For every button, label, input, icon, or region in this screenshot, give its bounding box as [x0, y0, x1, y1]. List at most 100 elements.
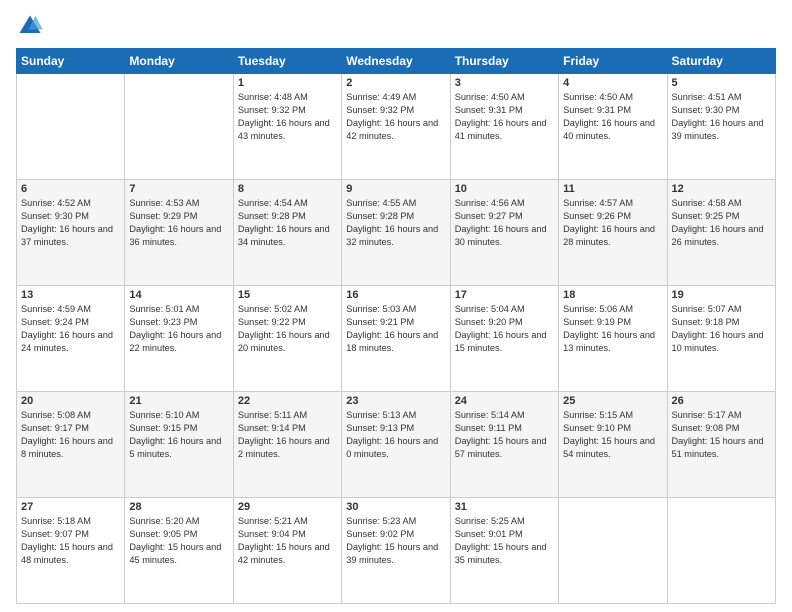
day-info: Sunrise: 5:25 AM Sunset: 9:01 PM Dayligh…	[455, 515, 554, 567]
day-number: 10	[455, 183, 554, 195]
calendar-cell: 30 Sunrise: 5:23 AM Sunset: 9:02 PM Dayl…	[342, 498, 450, 604]
daylight-text: Daylight: 15 hours and 42 minutes.	[238, 542, 330, 565]
calendar-cell: 9 Sunrise: 4:55 AM Sunset: 9:28 PM Dayli…	[342, 180, 450, 286]
sunrise-text: Sunrise: 5:06 AM	[563, 304, 633, 314]
calendar-cell	[125, 74, 233, 180]
sunset-text: Sunset: 9:32 PM	[346, 105, 414, 115]
sunset-text: Sunset: 9:28 PM	[346, 211, 414, 221]
daylight-text: Daylight: 16 hours and 37 minutes.	[21, 224, 113, 247]
sunrise-text: Sunrise: 5:04 AM	[455, 304, 525, 314]
sunset-text: Sunset: 9:05 PM	[129, 529, 197, 539]
day-info: Sunrise: 4:49 AM Sunset: 9:32 PM Dayligh…	[346, 91, 445, 143]
calendar-cell: 17 Sunrise: 5:04 AM Sunset: 9:20 PM Dayl…	[450, 286, 558, 392]
day-info: Sunrise: 4:48 AM Sunset: 9:32 PM Dayligh…	[238, 91, 337, 143]
day-info: Sunrise: 5:11 AM Sunset: 9:14 PM Dayligh…	[238, 409, 337, 461]
sunrise-text: Sunrise: 4:52 AM	[21, 198, 91, 208]
daylight-text: Daylight: 16 hours and 18 minutes.	[346, 330, 438, 353]
day-number: 19	[672, 289, 771, 301]
sunset-text: Sunset: 9:18 PM	[672, 317, 740, 327]
day-number: 13	[21, 289, 120, 301]
daylight-text: Daylight: 16 hours and 10 minutes.	[672, 330, 764, 353]
daylight-text: Daylight: 16 hours and 28 minutes.	[563, 224, 655, 247]
sunrise-text: Sunrise: 5:02 AM	[238, 304, 308, 314]
daylight-text: Daylight: 15 hours and 51 minutes.	[672, 436, 764, 459]
sunset-text: Sunset: 9:15 PM	[129, 423, 197, 433]
day-number: 30	[346, 501, 445, 513]
sunset-text: Sunset: 9:04 PM	[238, 529, 306, 539]
day-info: Sunrise: 4:56 AM Sunset: 9:27 PM Dayligh…	[455, 197, 554, 249]
calendar-cell: 8 Sunrise: 4:54 AM Sunset: 9:28 PM Dayli…	[233, 180, 341, 286]
sunrise-text: Sunrise: 4:48 AM	[238, 92, 308, 102]
day-info: Sunrise: 4:58 AM Sunset: 9:25 PM Dayligh…	[672, 197, 771, 249]
daylight-text: Daylight: 16 hours and 26 minutes.	[672, 224, 764, 247]
day-number: 26	[672, 395, 771, 407]
daylight-text: Daylight: 16 hours and 8 minutes.	[21, 436, 113, 459]
daylight-text: Daylight: 16 hours and 15 minutes.	[455, 330, 547, 353]
day-number: 28	[129, 501, 228, 513]
day-info: Sunrise: 5:10 AM Sunset: 9:15 PM Dayligh…	[129, 409, 228, 461]
day-number: 22	[238, 395, 337, 407]
sunrise-text: Sunrise: 4:49 AM	[346, 92, 416, 102]
calendar-cell: 26 Sunrise: 5:17 AM Sunset: 9:08 PM Dayl…	[667, 392, 775, 498]
daylight-text: Daylight: 16 hours and 39 minutes.	[672, 118, 764, 141]
daylight-text: Daylight: 16 hours and 32 minutes.	[346, 224, 438, 247]
daylight-text: Daylight: 16 hours and 22 minutes.	[129, 330, 221, 353]
daylight-text: Daylight: 15 hours and 39 minutes.	[346, 542, 438, 565]
day-number: 1	[238, 77, 337, 89]
day-number: 27	[21, 501, 120, 513]
day-number: 24	[455, 395, 554, 407]
sunrise-text: Sunrise: 5:13 AM	[346, 410, 416, 420]
day-number: 23	[346, 395, 445, 407]
sunset-text: Sunset: 9:28 PM	[238, 211, 306, 221]
daylight-text: Daylight: 16 hours and 30 minutes.	[455, 224, 547, 247]
sunrise-text: Sunrise: 4:59 AM	[21, 304, 91, 314]
calendar-cell: 19 Sunrise: 5:07 AM Sunset: 9:18 PM Dayl…	[667, 286, 775, 392]
sunrise-text: Sunrise: 4:57 AM	[563, 198, 633, 208]
day-number: 5	[672, 77, 771, 89]
sunrise-text: Sunrise: 4:55 AM	[346, 198, 416, 208]
sunset-text: Sunset: 9:10 PM	[563, 423, 631, 433]
day-info: Sunrise: 5:13 AM Sunset: 9:13 PM Dayligh…	[346, 409, 445, 461]
day-number: 8	[238, 183, 337, 195]
day-number: 12	[672, 183, 771, 195]
calendar-cell: 20 Sunrise: 5:08 AM Sunset: 9:17 PM Dayl…	[17, 392, 125, 498]
day-number: 6	[21, 183, 120, 195]
sunrise-text: Sunrise: 5:17 AM	[672, 410, 742, 420]
col-saturday: Saturday	[667, 49, 775, 74]
col-tuesday: Tuesday	[233, 49, 341, 74]
sunrise-text: Sunrise: 4:53 AM	[129, 198, 199, 208]
sunrise-text: Sunrise: 4:58 AM	[672, 198, 742, 208]
calendar-cell: 23 Sunrise: 5:13 AM Sunset: 9:13 PM Dayl…	[342, 392, 450, 498]
calendar-cell: 21 Sunrise: 5:10 AM Sunset: 9:15 PM Dayl…	[125, 392, 233, 498]
daylight-text: Daylight: 16 hours and 0 minutes.	[346, 436, 438, 459]
sunset-text: Sunset: 9:25 PM	[672, 211, 740, 221]
sunset-text: Sunset: 9:31 PM	[563, 105, 631, 115]
daylight-text: Daylight: 16 hours and 13 minutes.	[563, 330, 655, 353]
calendar-cell: 5 Sunrise: 4:51 AM Sunset: 9:30 PM Dayli…	[667, 74, 775, 180]
day-number: 15	[238, 289, 337, 301]
calendar-cell: 15 Sunrise: 5:02 AM Sunset: 9:22 PM Dayl…	[233, 286, 341, 392]
sunrise-text: Sunrise: 4:56 AM	[455, 198, 525, 208]
calendar-cell: 7 Sunrise: 4:53 AM Sunset: 9:29 PM Dayli…	[125, 180, 233, 286]
calendar-week-row: 6 Sunrise: 4:52 AM Sunset: 9:30 PM Dayli…	[17, 180, 776, 286]
day-number: 29	[238, 501, 337, 513]
day-info: Sunrise: 5:07 AM Sunset: 9:18 PM Dayligh…	[672, 303, 771, 355]
sunset-text: Sunset: 9:21 PM	[346, 317, 414, 327]
day-info: Sunrise: 4:59 AM Sunset: 9:24 PM Dayligh…	[21, 303, 120, 355]
day-info: Sunrise: 5:14 AM Sunset: 9:11 PM Dayligh…	[455, 409, 554, 461]
sunrise-text: Sunrise: 4:51 AM	[672, 92, 742, 102]
sunrise-text: Sunrise: 5:21 AM	[238, 516, 308, 526]
sunset-text: Sunset: 9:27 PM	[455, 211, 523, 221]
calendar-cell: 31 Sunrise: 5:25 AM Sunset: 9:01 PM Dayl…	[450, 498, 558, 604]
sunrise-text: Sunrise: 5:07 AM	[672, 304, 742, 314]
daylight-text: Daylight: 16 hours and 5 minutes.	[129, 436, 221, 459]
calendar-week-row: 20 Sunrise: 5:08 AM Sunset: 9:17 PM Dayl…	[17, 392, 776, 498]
sunrise-text: Sunrise: 5:01 AM	[129, 304, 199, 314]
sunrise-text: Sunrise: 4:50 AM	[455, 92, 525, 102]
col-friday: Friday	[559, 49, 667, 74]
day-info: Sunrise: 4:51 AM Sunset: 9:30 PM Dayligh…	[672, 91, 771, 143]
sunset-text: Sunset: 9:13 PM	[346, 423, 414, 433]
day-info: Sunrise: 5:23 AM Sunset: 9:02 PM Dayligh…	[346, 515, 445, 567]
day-info: Sunrise: 5:18 AM Sunset: 9:07 PM Dayligh…	[21, 515, 120, 567]
sunset-text: Sunset: 9:23 PM	[129, 317, 197, 327]
